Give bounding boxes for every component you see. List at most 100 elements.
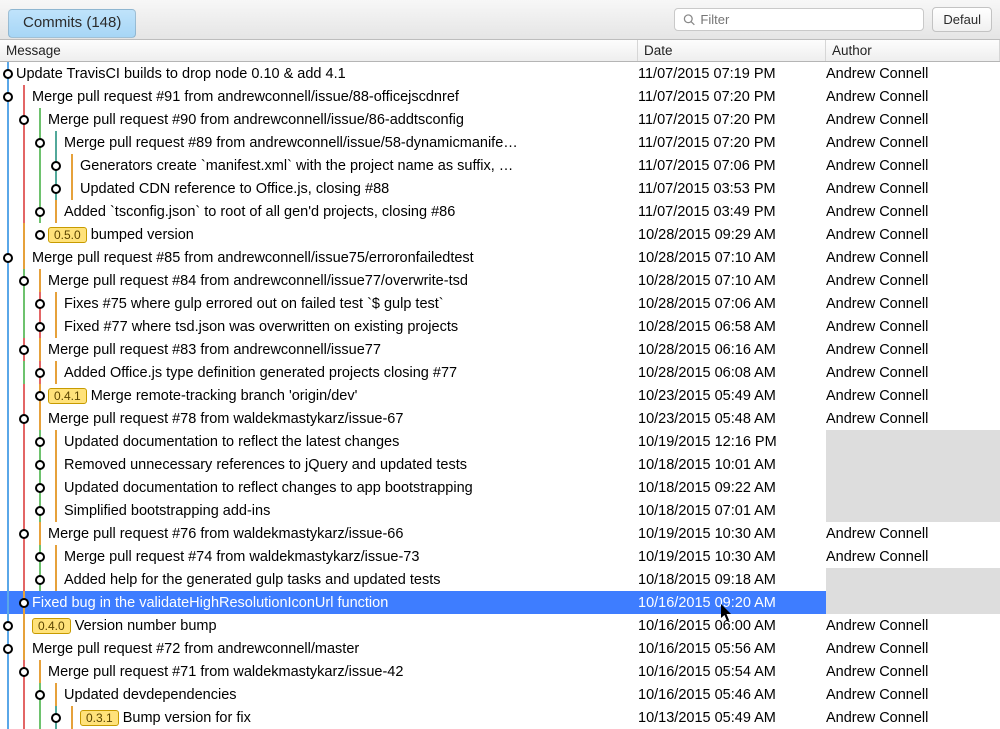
commit-row[interactable]: 0.5.0bumped version10/28/2015 09:29 AMAn…	[0, 223, 1000, 246]
graph-lanes	[0, 269, 48, 292]
commit-author: Andrew Connell	[826, 710, 1000, 726]
graph-line	[55, 430, 57, 453]
commit-node-icon	[19, 529, 29, 539]
commit-row[interactable]: Merge pull request #78 from waldekmastyk…	[0, 407, 1000, 430]
graph-line	[39, 269, 41, 292]
graph-line	[55, 499, 57, 522]
commit-message: Fixes #75 where gulp errored out on fail…	[64, 296, 444, 312]
graph-slot	[0, 292, 16, 315]
filter-input[interactable]	[700, 12, 915, 27]
graph-line	[7, 177, 9, 200]
commit-node-icon	[19, 414, 29, 424]
graph-line	[55, 683, 57, 706]
graph-line	[23, 453, 25, 476]
commit-row[interactable]: Merge pull request #89 from andrewconnel…	[0, 131, 1000, 154]
commit-row[interactable]: Generators create `manifest.xml` with th…	[0, 154, 1000, 177]
commit-row[interactable]: Updated CDN reference to Office.js, clos…	[0, 177, 1000, 200]
graph-line	[7, 131, 9, 154]
graph-slot	[16, 246, 32, 269]
commit-date: 10/23/2015 05:49 AM	[638, 388, 826, 404]
commit-message: Merge remote-tracking branch 'origin/dev…	[91, 388, 358, 404]
graph-lanes	[0, 637, 32, 660]
graph-slot	[32, 177, 48, 200]
graph-line	[39, 108, 41, 131]
tag-badge[interactable]: 0.4.0	[32, 618, 71, 634]
graph-line	[23, 499, 25, 522]
commit-row[interactable]: Merge pull request #91 from andrewconnel…	[0, 85, 1000, 108]
commit-row[interactable]: Updated documentation to reflect the lat…	[0, 430, 1000, 453]
graph-slot	[64, 154, 80, 177]
graph-slot	[0, 338, 16, 361]
commit-row[interactable]: Removed unnecessary references to jQuery…	[0, 453, 1000, 476]
commit-row[interactable]: 0.4.1Merge remote-tracking branch 'origi…	[0, 384, 1000, 407]
filter-search[interactable]	[674, 8, 924, 31]
commit-message: Merge pull request #84 from andrewconnel…	[48, 273, 468, 289]
col-header-author[interactable]: Author	[826, 40, 1000, 61]
default-button[interactable]: Defaul	[932, 7, 992, 32]
commit-row[interactable]: Update TravisCI builds to drop node 0.10…	[0, 62, 1000, 85]
graph-line	[23, 292, 25, 315]
commit-row[interactable]: Updated devdependencies10/16/2015 05:46 …	[0, 683, 1000, 706]
commit-row[interactable]: 0.4.0Version number bump10/16/2015 06:00…	[0, 614, 1000, 637]
graph-line	[71, 706, 73, 729]
commit-node-icon	[35, 575, 45, 585]
graph-slot	[48, 200, 64, 223]
commit-author	[826, 591, 1000, 614]
commit-node-icon	[51, 713, 61, 723]
commit-node-icon	[51, 184, 61, 194]
commit-row[interactable]: Fixed #77 where tsd.json was overwritten…	[0, 315, 1000, 338]
graph-lanes	[0, 568, 64, 591]
commit-row[interactable]: Fixed bug in the validateHighResolutionI…	[0, 591, 1000, 614]
commit-row[interactable]: Updated documentation to reflect changes…	[0, 476, 1000, 499]
commit-row[interactable]: Merge pull request #74 from waldekmastyk…	[0, 545, 1000, 568]
commit-row[interactable]: Merge pull request #84 from andrewconnel…	[0, 269, 1000, 292]
tag-badge[interactable]: 0.5.0	[48, 227, 87, 243]
graph-lanes	[0, 453, 64, 476]
commits-tab[interactable]: Commits (148)	[8, 9, 136, 38]
commit-row[interactable]: 0.3.1Bump version for fix10/13/2015 05:4…	[0, 706, 1000, 729]
commit-row[interactable]: Merge pull request #71 from waldekmastyk…	[0, 660, 1000, 683]
commit-row[interactable]: Added `tsconfig.json` to root of all gen…	[0, 200, 1000, 223]
commit-row[interactable]: Merge pull request #76 from waldekmastyk…	[0, 522, 1000, 545]
graph-slot	[16, 683, 32, 706]
commit-row[interactable]: Fixes #75 where gulp errored out on fail…	[0, 292, 1000, 315]
graph-slot	[64, 177, 80, 200]
col-header-date[interactable]: Date	[638, 40, 826, 61]
commit-message: Added help for the generated gulp tasks …	[64, 572, 440, 588]
commit-message-cell: Merge pull request #91 from andrewconnel…	[0, 85, 638, 108]
graph-lanes	[0, 177, 80, 200]
graph-slot	[16, 430, 32, 453]
commit-message: Updated documentation to reflect changes…	[64, 480, 473, 496]
graph-lanes	[0, 476, 64, 499]
graph-slot	[0, 591, 16, 614]
commit-row[interactable]: Added help for the generated gulp tasks …	[0, 568, 1000, 591]
graph-slot	[32, 131, 48, 154]
tag-badge[interactable]: 0.3.1	[80, 710, 119, 726]
graph-slot	[32, 154, 48, 177]
commit-node-icon	[19, 598, 29, 608]
graph-lanes	[0, 499, 64, 522]
commit-row[interactable]: Merge pull request #85 from andrewconnel…	[0, 246, 1000, 269]
graph-slot	[48, 430, 64, 453]
commit-row[interactable]: Simplified bootstrapping add-ins10/18/20…	[0, 499, 1000, 522]
commit-row[interactable]: Merge pull request #72 from andrewconnel…	[0, 637, 1000, 660]
graph-slot	[0, 614, 16, 637]
tag-badge[interactable]: 0.4.1	[48, 388, 87, 404]
commit-message-cell: Added `tsconfig.json` to root of all gen…	[0, 200, 638, 223]
commit-message-cell: Added Office.js type definition generate…	[0, 361, 638, 384]
graph-lanes	[0, 706, 80, 729]
commit-author	[826, 568, 1000, 591]
commit-author: Andrew Connell	[826, 158, 1000, 174]
commit-row[interactable]: Added Office.js type definition generate…	[0, 361, 1000, 384]
commit-row[interactable]: Merge pull request #83 from andrewconnel…	[0, 338, 1000, 361]
commit-row[interactable]: Merge pull request #90 from andrewconnel…	[0, 108, 1000, 131]
commit-author	[826, 430, 1000, 453]
col-header-message[interactable]: Message	[0, 40, 638, 61]
graph-lanes	[0, 85, 32, 108]
graph-slot	[0, 453, 16, 476]
commit-node-icon	[35, 506, 45, 516]
commit-list[interactable]: Update TravisCI builds to drop node 0.10…	[0, 62, 1000, 729]
commit-message-cell: Updated CDN reference to Office.js, clos…	[0, 177, 638, 200]
commit-node-icon	[35, 690, 45, 700]
commit-node-icon	[3, 69, 13, 79]
